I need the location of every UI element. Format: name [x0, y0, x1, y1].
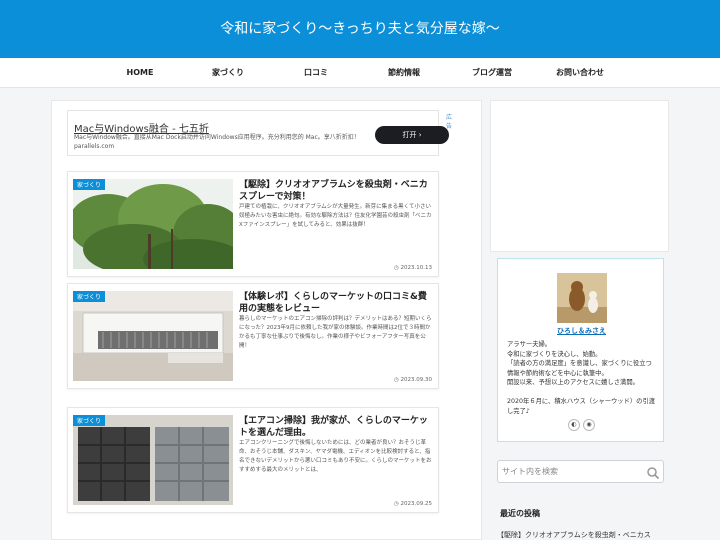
post-title[interactable]: 【体験レポ】くらしのマーケットの口コミ&費用の実態をレビュー [239, 291, 434, 315]
profile-name[interactable]: ひろし＆みさえ [498, 326, 665, 336]
search-box [497, 460, 664, 483]
nav-item-reviews[interactable]: 口コミ [271, 58, 361, 88]
profile-widget: ひろし＆みさえ アラサー夫婦。 令和に家づくりを決心し、始動。 「読者の方の満足… [497, 258, 664, 442]
category-badge: 家づくり [73, 415, 106, 426]
tree-photo-thumbnail [73, 179, 233, 269]
ad-banner[interactable]: Mac与Windows融合 - 七五折 Mac与Window融合。直接从Mac … [67, 110, 452, 156]
recent-post-link[interactable]: 【駆除】クリオオアブラムシを殺虫剤・ベニカス [497, 530, 667, 540]
recent-posts-heading: 最近の投稿 [500, 509, 540, 518]
post-date-text: 2023.09.25 [400, 501, 433, 507]
post-thumbnail[interactable]: 家づくり [73, 179, 233, 269]
post-date: ◷ 2023.10.13 [394, 265, 432, 271]
post-date: ◷ 2023.09.25 [394, 501, 432, 507]
nav-item-saving[interactable]: 節約情報 [359, 58, 449, 88]
rss-icon[interactable]: ◉ [583, 419, 595, 431]
nav-item-home[interactable]: HOME [95, 58, 185, 88]
profile-bio: アラサー夫婦。 令和に家づくりを決心し、始動。 「読者の方の満足度」を意識し、家… [507, 341, 656, 415]
post-excerpt: 暮らしのマーケットのエアコン掃除の評判は？デメリットはある？短期いくらになった？… [239, 316, 432, 349]
post-title[interactable]: 【エアコン掃除】我が家が、くらしのマーケットを選んだ理由。 [239, 415, 434, 439]
ad-open-label: 打开 [402, 131, 417, 139]
search-input[interactable] [502, 463, 642, 480]
filter-photo-thumbnail [73, 415, 233, 505]
clock-icon: ◷ [393, 501, 399, 507]
post-card[interactable]: 家づくり 【体験レポ】くらしのマーケットの口コミ&費用の実態をレビュー 暮らしの… [67, 283, 439, 389]
nav-item-house[interactable]: 家づくり [183, 58, 273, 88]
clock-icon: ◷ [393, 265, 399, 271]
search-icon[interactable] [646, 466, 660, 480]
post-thumbnail[interactable]: 家づくり [73, 291, 233, 381]
avatar-image [557, 273, 607, 323]
post-thumbnail[interactable]: 家づくり [73, 415, 233, 505]
category-badge: 家づくり [73, 179, 106, 190]
avatar [557, 273, 607, 323]
sidebar-ad-space [490, 100, 669, 252]
post-excerpt: 戸建ての植栽に、クリオオアブラムシが大量発生。新芽に集まる黒くて小さい奴極みたい… [239, 204, 432, 228]
post-title[interactable]: 【駆除】クリオオアブラムシを殺虫剤・ベニカスプレーで対策！ [239, 179, 434, 203]
nav-item-contact[interactable]: お問い合わせ [535, 58, 625, 88]
ad-label[interactable]: 広告 [446, 112, 452, 130]
main-content: Mac与Windows融合 - 七五折 Mac与Window融合。直接从Mac … [51, 100, 482, 540]
chevron-right-icon: › [418, 131, 422, 139]
feedly-icon[interactable]: ◐ [568, 419, 580, 431]
nav-item-blog[interactable]: ブログ運営 [447, 58, 537, 88]
ad-description: Mac与Window融合。直接从Mac Dock启动并访问Windows应用程序… [74, 134, 360, 150]
site-header: 令和に家づくり〜きっちり夫と気分屋な嫁〜 [0, 0, 720, 58]
aircon-photo-thumbnail [73, 291, 233, 381]
post-date-text: 2023.09.30 [400, 377, 433, 383]
site-title[interactable]: 令和に家づくり〜きっちり夫と気分屋な嫁〜 [0, 0, 720, 58]
clock-icon: ◷ [393, 377, 399, 383]
post-card[interactable]: 家づくり 【エアコン掃除】我が家が、くらしのマーケットを選んだ理由。 エアコンク… [67, 407, 439, 513]
post-card[interactable]: 家づくり 【駆除】クリオオアブラムシを殺虫剤・ベニカスプレーで対策！ 戸建ての植… [67, 171, 439, 277]
ad-open-button[interactable]: 打开 › [375, 126, 449, 144]
post-excerpt: エアコンクリーニングで後悔しないためには、どの業者が良い？おそうじ革命、おそうじ… [239, 440, 432, 473]
category-badge: 家づくり [73, 291, 106, 302]
post-date: ◷ 2023.09.30 [394, 377, 432, 383]
global-nav: HOME 家づくり 口コミ 節約情報 ブログ運営 お問い合わせ [0, 58, 720, 88]
post-date-text: 2023.10.13 [400, 265, 433, 271]
